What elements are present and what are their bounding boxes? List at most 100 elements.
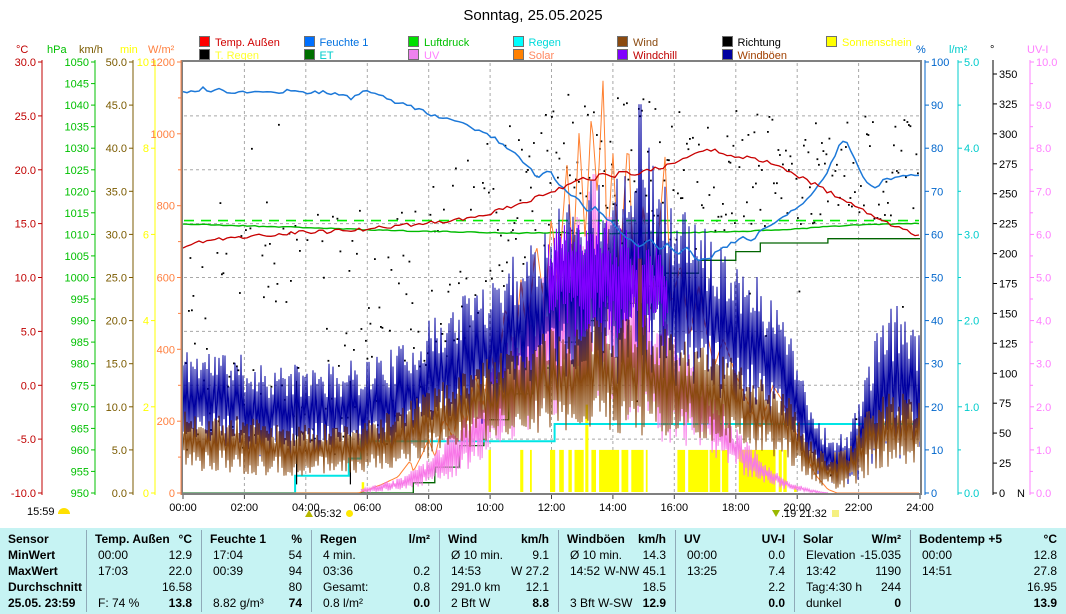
svg-text:5.0: 5.0 xyxy=(21,326,36,338)
sunshine-bar xyxy=(599,450,619,492)
svg-text:100: 100 xyxy=(931,57,949,69)
axis-hpa: hPa1050104510401035103010251020101510101… xyxy=(47,44,95,500)
table-cell-value: 12.9 xyxy=(86,548,192,562)
sunset-marker: .19 21:32 xyxy=(772,508,839,520)
sunshine-bar xyxy=(631,450,643,492)
table-col-unit: °C xyxy=(910,532,1057,546)
table-cell-value: 12.8 xyxy=(910,548,1057,562)
svg-text:12:00: 12:00 xyxy=(538,502,566,514)
table-cell-value: -15.035 xyxy=(794,548,901,562)
chart-canvas: °C30.025.020.015.010.05.00.0-5.0-10.0hPa… xyxy=(0,0,1066,528)
axis-wm2: W/m²120010008006004002000 xyxy=(148,44,181,500)
sunshine-bar xyxy=(550,450,555,492)
summary-table: SensorMinWertMaxWertDurchschnitt25.05. 2… xyxy=(0,528,1066,614)
svg-text:1.0: 1.0 xyxy=(964,402,979,414)
svg-text:5.0: 5.0 xyxy=(964,57,979,69)
table-cell-value: 13.9 xyxy=(910,596,1057,610)
table-cell-value: 0.0 xyxy=(675,548,785,562)
svg-text:965: 965 xyxy=(71,423,89,435)
table-cell-value: 7.4 xyxy=(675,564,785,578)
table-col-unit: UV-I xyxy=(675,532,785,546)
svg-text:90: 90 xyxy=(931,100,943,112)
svg-text:30.0: 30.0 xyxy=(106,229,127,241)
table-cell-value: 2.2 xyxy=(675,580,785,594)
sunshine-bar xyxy=(688,450,708,492)
svg-text:975: 975 xyxy=(71,380,89,392)
svg-text:15.0: 15.0 xyxy=(106,359,127,371)
svg-text:3.0: 3.0 xyxy=(964,229,979,241)
svg-text:75: 75 xyxy=(999,398,1011,410)
svg-text:980: 980 xyxy=(71,359,89,371)
svg-text:1005: 1005 xyxy=(65,251,89,263)
table-cell-value: 0.8 xyxy=(311,580,430,594)
svg-text:25.0: 25.0 xyxy=(106,273,127,285)
svg-text:990: 990 xyxy=(71,316,89,328)
sunshine-bar xyxy=(489,450,492,492)
svg-text:24:00: 24:00 xyxy=(906,502,934,514)
svg-text:175: 175 xyxy=(999,279,1017,291)
sunrise-marker: 05:32 xyxy=(305,508,356,520)
axis-temp: °C30.025.020.015.010.05.00.0-5.0-10.0 xyxy=(11,44,42,500)
svg-text:200: 200 xyxy=(157,416,175,428)
axis-title: km/h xyxy=(79,44,103,56)
table-cell-value: 14.3 xyxy=(558,548,666,562)
table-col-unit: km/h xyxy=(558,532,666,546)
table-col-unit: km/h xyxy=(439,532,549,546)
svg-text:5.0: 5.0 xyxy=(112,445,127,457)
table-cell-value: 80 xyxy=(201,580,302,594)
sunshine-bar xyxy=(722,450,728,492)
svg-text:955: 955 xyxy=(71,466,89,478)
sunrise-icon xyxy=(305,510,313,517)
svg-text:1010: 1010 xyxy=(65,229,89,241)
svg-text:50: 50 xyxy=(999,428,1011,440)
svg-text:14:00: 14:00 xyxy=(599,502,627,514)
table-cell-left: 4 min. xyxy=(323,548,356,562)
table-col-unit: l/m² xyxy=(311,532,430,546)
sunset-icon xyxy=(772,510,780,517)
svg-text:800: 800 xyxy=(157,201,175,213)
sunshine-bar xyxy=(568,450,571,492)
axis-title: min xyxy=(120,44,138,56)
table-row-label: Durchschnitt xyxy=(8,580,82,594)
table-cell-value: 13.8 xyxy=(86,596,192,610)
svg-text:985: 985 xyxy=(71,337,89,349)
sun-square-icon xyxy=(832,510,839,517)
sunshine-bar xyxy=(710,450,721,492)
svg-text:1040: 1040 xyxy=(65,100,89,112)
svg-text:2.0: 2.0 xyxy=(964,316,979,328)
svg-text:10:00: 10:00 xyxy=(476,502,504,514)
svg-text:0: 0 xyxy=(143,488,149,500)
day-length-marker: 15:59 xyxy=(27,506,70,518)
svg-text:0.0: 0.0 xyxy=(21,380,36,392)
svg-text:960: 960 xyxy=(71,445,89,457)
svg-text:0.0: 0.0 xyxy=(1036,488,1051,500)
svg-text:2.0: 2.0 xyxy=(1036,402,1051,414)
table-cell-value: 18.5 xyxy=(558,580,666,594)
svg-text:02:00: 02:00 xyxy=(231,502,259,514)
svg-text:995: 995 xyxy=(71,294,89,306)
table-cell-value: 244 xyxy=(794,580,901,594)
table-cell-value: 22.0 xyxy=(86,564,192,578)
svg-text:0.0: 0.0 xyxy=(964,488,979,500)
svg-text:25.0: 25.0 xyxy=(15,111,36,123)
table-cell-value: 0.0 xyxy=(675,596,785,610)
svg-text:3.0: 3.0 xyxy=(1036,359,1051,371)
svg-text:0.0: 0.0 xyxy=(112,488,127,500)
svg-text:0: 0 xyxy=(169,488,175,500)
sunshine-bar xyxy=(591,450,596,492)
table-col-unit: °C xyxy=(86,532,192,546)
axis-title: l/m² xyxy=(949,44,968,56)
svg-text:0: 0 xyxy=(931,488,937,500)
table-cell-value: W-NW 45.1 xyxy=(558,564,666,578)
sunshine-bar xyxy=(677,450,685,492)
svg-text:40.0: 40.0 xyxy=(106,143,127,155)
svg-text:30: 30 xyxy=(931,359,943,371)
svg-text:6: 6 xyxy=(143,229,149,241)
svg-text:970: 970 xyxy=(71,402,89,414)
table-cell-value: 0.2 xyxy=(311,564,430,578)
svg-text:50: 50 xyxy=(931,273,943,285)
table-cell-value: 0 xyxy=(794,596,901,610)
table-cell-value: 1190 xyxy=(794,564,901,578)
svg-text:1035: 1035 xyxy=(65,122,89,134)
table-cell-value: 54 xyxy=(201,548,302,562)
